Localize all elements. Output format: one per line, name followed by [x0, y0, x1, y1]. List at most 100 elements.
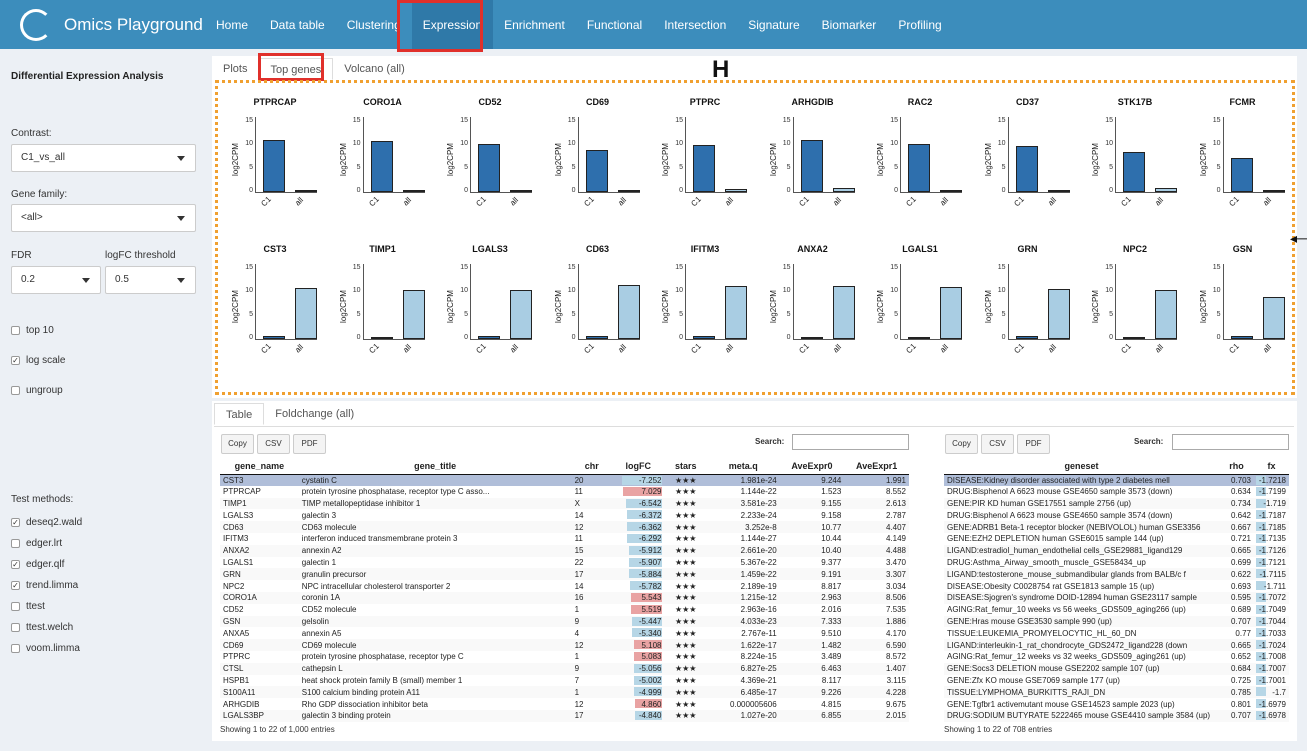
table-row[interactable]: ANXA5 annexin A5 4 -5.340 ★★★ 2.767e-11 9.510 4…	[220, 627, 909, 639]
checkbox-edger-lrt[interactable]: edger.lrt	[11, 538, 62, 549]
tab-volcano-all[interactable]: Volcano (all)	[333, 58, 416, 80]
boxplot-rac2[interactable]: RAC2 log2CPM 0 5 10 15 C1 all	[870, 97, 970, 217]
checkbox-box[interactable]: ✓	[11, 356, 20, 365]
nav-item-enrichment[interactable]: Enrichment	[493, 0, 576, 49]
table-row[interactable]: NPC2 NPC intracellular cholesterol transp…	[220, 580, 909, 592]
nav-item-functional[interactable]: Functional	[576, 0, 653, 49]
checkbox-ttest-welch[interactable]: ttest.welch	[11, 622, 73, 633]
app-logo-icon[interactable]	[20, 9, 52, 41]
table-row[interactable]: GENE:Tgfbr1 activemutant mouse GSE14523 …	[944, 698, 1289, 710]
column-header-chr[interactable]: chr	[571, 459, 612, 475]
boxplot-npc2[interactable]: NPC2 log2CPM 0 5 10 15 C1 all	[1085, 244, 1185, 364]
column-header-gene-name[interactable]: gene_name	[220, 459, 299, 475]
column-header-aveexpr1[interactable]: AveExpr1	[844, 459, 909, 475]
checkbox-deseq2-wald[interactable]: ✓ deseq2.wald	[11, 517, 82, 528]
geneset-table-search-input[interactable]	[1172, 434, 1289, 450]
nav-item-biomarker[interactable]: Biomarker	[811, 0, 888, 49]
pdf-button[interactable]: PDF	[1017, 434, 1050, 454]
gene-table-search-input[interactable]	[792, 434, 909, 450]
copy-button[interactable]: Copy	[945, 434, 978, 454]
boxplot-lgals1[interactable]: LGALS1 log2CPM 0 5 10 15 C1 all	[870, 244, 970, 364]
checkbox-trend-limma[interactable]: ✓ trend.limma	[11, 580, 78, 591]
table-row[interactable]: PTPRCAP protein tyrosine phosphatase, rec…	[220, 486, 909, 498]
tab-foldchange-all[interactable]: Foldchange (all)	[264, 403, 365, 425]
column-header-fx[interactable]: fx	[1254, 459, 1289, 475]
table-row[interactable]: S100A11 S100 calcium binding protein A11 1…	[220, 686, 909, 699]
table-row[interactable]: TISSUE:LYMPHOMA_BURKITTS_RAJI_DN 0.785 -1.…	[944, 686, 1289, 699]
table-row[interactable]: CST3 cystatin C 20 -7.252 ★★★ 1.981e-24 9.244 1…	[220, 474, 909, 486]
table-row[interactable]: AGING:Rat_femur_12 weeks vs 32 weeks_GDS…	[944, 651, 1289, 663]
boxplot-grn[interactable]: GRN log2CPM 0 5 10 15 C1 all	[978, 244, 1078, 364]
checkbox-box[interactable]	[11, 539, 20, 548]
nav-item-profiling[interactable]: Profiling	[887, 0, 952, 49]
table-row[interactable]: GSN gelsolin 9 -5.447 ★★★ 4.033e-23 7.333 1.886	[220, 615, 909, 628]
table-row[interactable]: GENE:EZH2 DEPLETION human GSE6015 sample…	[944, 533, 1289, 545]
checkbox-top-10[interactable]: top 10	[11, 325, 54, 336]
app-title[interactable]: Omics Playground	[64, 15, 203, 35]
checkbox-voom-limma[interactable]: voom.limma	[11, 643, 80, 654]
csv-button[interactable]: CSV	[981, 434, 1014, 454]
logfc-select[interactable]: 0.5	[105, 266, 196, 294]
boxplot-cd63[interactable]: CD63 log2CPM 0 5 10 15 C1 all	[548, 244, 648, 364]
table-row[interactable]: CD52 CD52 molecule 1 5.519 ★★★ 2.963e-16 2.016…	[220, 604, 909, 616]
checkbox-box[interactable]	[11, 386, 20, 395]
checkbox-box[interactable]: ✓	[11, 581, 20, 590]
copy-button[interactable]: Copy	[221, 434, 254, 454]
boxplot-stk17b[interactable]: STK17B log2CPM 0 5 10 15 C1 all	[1085, 97, 1185, 217]
table-row[interactable]: DRUG:SODIUM BUTYRATE 5222465 mouse GSE44…	[944, 709, 1289, 722]
column-header-logfc[interactable]: logFC	[611, 459, 665, 475]
column-header-meta-q[interactable]: meta.q	[706, 459, 780, 475]
table-row[interactable]: GENE:PIR KD human GSE17551 sample 2756 (…	[944, 497, 1289, 510]
boxplot-arhgdib[interactable]: ARHGDIB log2CPM 0 5 10 15 C1 all	[763, 97, 863, 217]
table-row[interactable]: LGALS3 galectin 3 14 -6.372 ★★★ 2.233e-24 9.15…	[220, 509, 909, 521]
boxplot-cd37[interactable]: CD37 log2CPM 0 5 10 15 C1 all	[978, 97, 1078, 217]
contrast-select[interactable]: C1_vs_all	[11, 144, 196, 172]
table-row[interactable]: DISEASE:Kidney disorder associated with …	[944, 474, 1289, 486]
table-row[interactable]: GRN granulin precursor 17 -5.884 ★★★ 1.459e-2…	[220, 568, 909, 581]
table-row[interactable]: PTPRC protein tyrosine phosphatase, recep…	[220, 651, 909, 663]
table-row[interactable]: AGING:Rat_femur_10 weeks vs 56 weeks_GDS…	[944, 604, 1289, 616]
table-row[interactable]: GENE:Socs3 DELETION mouse GSE2202 sample…	[944, 662, 1289, 675]
boxplot-cst3[interactable]: CST3 log2CPM 0 5 10 15 C1 all	[225, 244, 325, 364]
checkbox-ungroup[interactable]: ungroup	[11, 385, 63, 396]
table-row[interactable]: DISEASE:Obesity C0028754 rat GSE1813 sam…	[944, 580, 1289, 592]
checkbox-box[interactable]: ✓	[11, 560, 20, 569]
gene-family-select[interactable]: <all>	[11, 204, 196, 232]
table-row[interactable]: DRUG:Bisphenol A 6623 mouse GSE4650 samp…	[944, 486, 1289, 498]
table-row[interactable]: CD69 CD69 molecule 12 5.108 ★★★ 1.622e-17 1.48…	[220, 639, 909, 651]
checkbox-box[interactable]: ✓	[11, 518, 20, 527]
table-row[interactable]: ARHGDIB Rho GDP dissociation inhibitor be…	[220, 698, 909, 710]
checkbox-box[interactable]	[11, 326, 20, 335]
checkbox-ttest[interactable]: ttest	[11, 601, 45, 612]
table-row[interactable]: LIGAND:estradiol_human_endothelial cells…	[944, 544, 1289, 557]
table-row[interactable]: CTSL cathepsin L 9 -5.056 ★★★ 6.827e-25 6.463 1…	[220, 662, 909, 675]
boxplot-ptprc[interactable]: PTPRC log2CPM 0 5 10 15 C1 all	[655, 97, 755, 217]
table-row[interactable]: CD63 CD63 molecule 12 -6.362 ★★★ 3.252e-8 10.7…	[220, 521, 909, 533]
nav-item-signature[interactable]: Signature	[737, 0, 810, 49]
checkbox-box[interactable]	[11, 623, 20, 632]
fdr-select[interactable]: 0.2	[11, 266, 101, 294]
nav-item-intersection[interactable]: Intersection	[653, 0, 737, 49]
table-row[interactable]: DISEASE:Sjogren's syndrome DOID-12894 hu…	[944, 591, 1289, 604]
table-row[interactable]: LIGAND:interleukin-1_rat_chondrocyte_GDS…	[944, 639, 1289, 651]
boxplot-gsn[interactable]: GSN log2CPM 0 5 10 15 C1 all	[1193, 244, 1293, 364]
boxplot-cd52[interactable]: CD52 log2CPM 0 5 10 15 C1 all	[440, 97, 540, 217]
csv-button[interactable]: CSV	[257, 434, 290, 454]
table-row[interactable]: CORO1A coronin 1A 16 5.543 ★★★ 1.215e-12 2.963…	[220, 591, 909, 604]
nav-item-data-table[interactable]: Data table	[259, 0, 336, 49]
boxplot-coro1a[interactable]: CORO1A log2CPM 0 5 10 15 C1 all	[333, 97, 433, 217]
boxplot-cd69[interactable]: CD69 log2CPM 0 5 10 15 C1 all	[548, 97, 648, 217]
checkbox-log-scale[interactable]: ✓ log scale	[11, 355, 65, 366]
table-row[interactable]: TISSUE:LEUKEMIA_PROMYELOCYTIC_HL_60_DN 0.…	[944, 627, 1289, 639]
column-header-rho[interactable]: rho	[1219, 459, 1254, 475]
table-row[interactable]: HSPB1 heat shock protein family B (small)…	[220, 675, 909, 687]
checkbox-edger-qlf[interactable]: ✓ edger.qlf	[11, 559, 64, 570]
column-header-geneset[interactable]: geneset	[944, 459, 1219, 475]
table-row[interactable]: DRUG:Bisphenol A 6623 mouse GSE4650 samp…	[944, 509, 1289, 521]
boxplot-timp1[interactable]: TIMP1 log2CPM 0 5 10 15 C1 all	[333, 244, 433, 364]
table-row[interactable]: LIGAND:testosterone_mouse_submandibular …	[944, 568, 1289, 581]
table-row[interactable]: ANXA2 annexin A2 15 -5.912 ★★★ 2.661e-20 10.40…	[220, 544, 909, 557]
table-row[interactable]: GENE:ADRB1 Beta-1 receptor blocker (NEBI…	[944, 521, 1289, 533]
boxplot-fcmr[interactable]: FCMR log2CPM 0 5 10 15 C1 all	[1193, 97, 1293, 217]
boxplot-ifitm3[interactable]: IFITM3 log2CPM 0 5 10 15 C1 all	[655, 244, 755, 364]
